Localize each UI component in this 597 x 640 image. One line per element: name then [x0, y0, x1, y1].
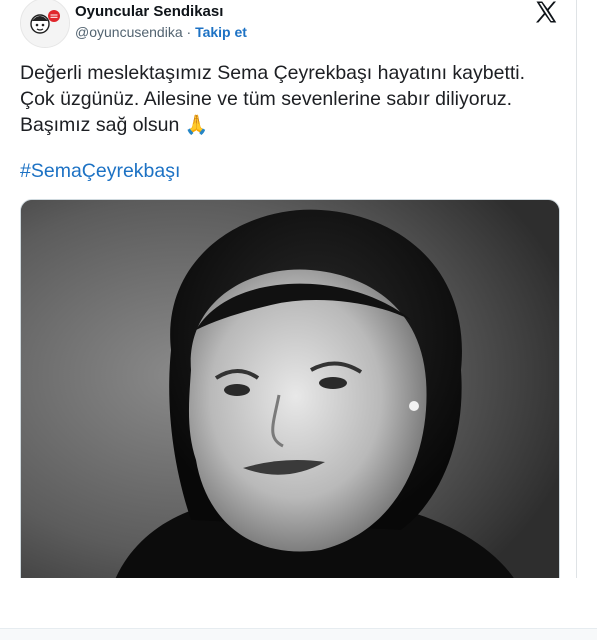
tweet-embed-card: Oyuncular Sendikası @oyuncusendika · Tak… [0, 0, 577, 578]
folded-hands-emoji: 🙏 [184, 115, 209, 136]
account-handle-row: @oyuncusendika · Takip et [75, 24, 247, 40]
tweet-text-line-last: Başımız sağ olsun 🙏 [20, 112, 565, 139]
tweet-text-line: Değerli meslektaşımız Sema Çeyrekbaşı ha… [20, 62, 526, 84]
bottom-strip [0, 629, 597, 640]
separator-dot: · [186, 24, 192, 40]
profile-avatar[interactable] [20, 0, 70, 48]
portrait-photo-image [21, 200, 559, 578]
tweet-photo[interactable] [20, 199, 560, 578]
account-display-name[interactable]: Oyuncular Sendikası [75, 3, 223, 20]
tweet-text-line: Çok üzgünüz. Ailesine ve tüm sevenlerine… [20, 88, 513, 110]
follow-button[interactable]: Takip et [195, 24, 247, 40]
x-logo-icon[interactable] [534, 0, 558, 24]
tweet-text: Değerli meslektaşımız Sema Çeyrekbaşı ha… [20, 60, 565, 139]
oyuncular-sendikasi-logo-icon [21, 0, 69, 47]
hashtag-link[interactable]: #SemaÇeyrekbaşı [20, 160, 180, 183]
account-handle[interactable]: @oyuncusendika [75, 24, 183, 40]
tweet-text-line: Başımız sağ olsun [20, 114, 180, 136]
